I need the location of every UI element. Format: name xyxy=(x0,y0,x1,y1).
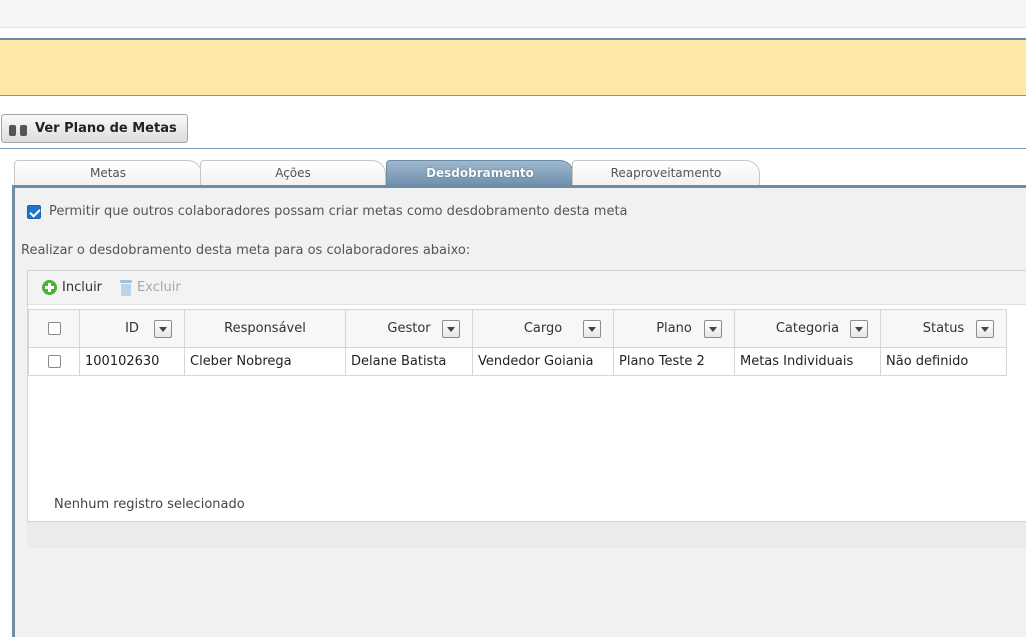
column-label-gestor: Gestor xyxy=(387,321,431,336)
column-menu-status-icon[interactable] xyxy=(976,320,994,338)
grid-toolbar: Incluir Excluir xyxy=(28,271,1026,305)
trash-icon xyxy=(120,279,133,296)
column-menu-categoria-icon[interactable] xyxy=(850,320,868,338)
tabs-divider xyxy=(0,148,1026,149)
tab-acoes[interactable]: Ações xyxy=(200,160,386,186)
tab-reaproveitamento[interactable]: Reaproveitamento xyxy=(572,160,760,186)
tab-bar: Metas Ações Desdobramento Reaproveitamen… xyxy=(0,160,1026,186)
cell-status: Não definido xyxy=(880,347,1007,376)
column-menu-id-icon[interactable] xyxy=(154,320,172,338)
cell-plano: Plano Teste 2 xyxy=(613,347,735,376)
column-label-cargo: Cargo xyxy=(523,321,563,336)
tab-metas[interactable]: Metas xyxy=(14,160,202,186)
view-plan-button-label: Ver Plano de Metas xyxy=(35,121,177,136)
column-menu-cargo-icon[interactable] xyxy=(583,320,601,338)
column-header-plano[interactable]: Plano xyxy=(613,309,735,348)
row-select-cell xyxy=(28,347,80,376)
column-label-plano: Plano xyxy=(656,321,692,336)
delete-button[interactable]: Excluir xyxy=(120,279,181,296)
table-header-row: ID Responsável Gestor Cargo Plano Catego… xyxy=(28,309,1007,348)
selection-status: Nenhum registro selecionado xyxy=(54,497,245,512)
delete-button-label: Excluir xyxy=(137,280,181,295)
desdobramento-panel: Permitir que outros colaboradores possam… xyxy=(12,185,1026,637)
add-button[interactable]: Incluir xyxy=(42,280,102,295)
column-label-responsavel: Responsável xyxy=(224,321,306,336)
add-button-label: Incluir xyxy=(62,280,103,295)
cell-id: 100102630 xyxy=(79,347,185,376)
cell-cargo: Vendedor Goiania xyxy=(472,347,614,376)
column-header-categoria[interactable]: Categoria xyxy=(734,309,881,348)
cell-gestor: Delane Batista xyxy=(345,347,473,376)
select-all-header xyxy=(28,309,80,348)
cell-responsavel: Cleber Nobrega xyxy=(184,347,346,376)
column-menu-plano-icon[interactable] xyxy=(704,320,722,338)
column-header-status[interactable]: Status xyxy=(880,309,1007,348)
message-banner xyxy=(0,38,1026,96)
column-header-gestor[interactable]: Gestor xyxy=(345,309,473,348)
view-plan-button[interactable]: Ver Plano de Metas xyxy=(1,114,188,143)
column-label-status: Status xyxy=(922,321,965,336)
tab-desdobramento[interactable]: Desdobramento xyxy=(386,160,574,186)
column-header-responsavel[interactable]: Responsável xyxy=(184,309,346,348)
table-row[interactable]: 100102630 Cleber Nobrega Delane Batista … xyxy=(28,347,1007,376)
plus-circle-icon xyxy=(42,280,57,295)
cell-categoria: Metas Individuais xyxy=(734,347,881,376)
grid-bottom-bar xyxy=(27,522,1026,548)
collaborators-grid: Incluir Excluir ID Responsável Gestor Ca… xyxy=(27,270,1026,522)
collaborators-table: ID Responsável Gestor Cargo Plano Catego… xyxy=(28,309,1007,376)
allow-checkbox[interactable] xyxy=(27,204,41,219)
select-all-checkbox[interactable] xyxy=(47,322,61,335)
top-strip xyxy=(0,0,1026,28)
column-menu-gestor-icon[interactable] xyxy=(442,320,460,338)
column-label-id: ID xyxy=(125,321,139,336)
column-header-id[interactable]: ID xyxy=(79,309,185,348)
instruction-text: Realizar o desdobramento desta meta para… xyxy=(21,243,471,258)
column-header-cargo[interactable]: Cargo xyxy=(472,309,614,348)
column-label-categoria: Categoria xyxy=(775,321,840,336)
allow-row: Permitir que outros colaboradores possam… xyxy=(27,204,628,219)
row-select-checkbox[interactable] xyxy=(47,355,61,368)
allow-label: Permitir que outros colaboradores possam… xyxy=(49,204,628,219)
binoculars-icon xyxy=(9,122,27,136)
